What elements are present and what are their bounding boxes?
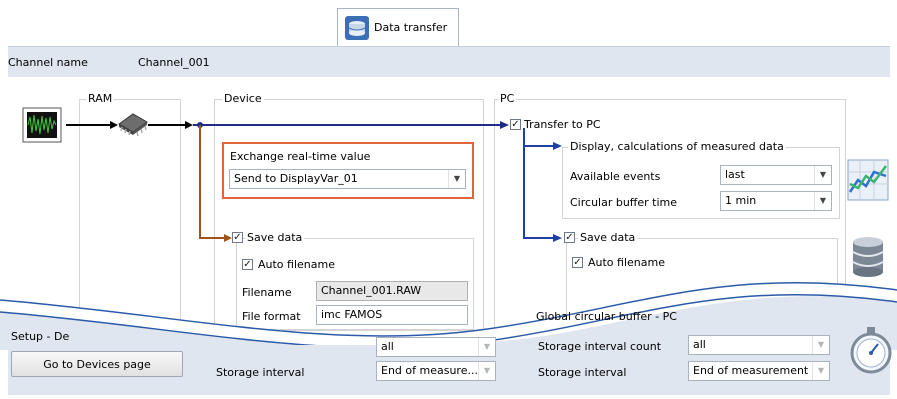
global-buffer-label: Global circular buffer - PC — [536, 310, 677, 323]
pc-storage-count-dropdown[interactable]: all ▼ — [688, 335, 830, 355]
chart-display-icon — [847, 159, 889, 201]
setup-devices-label: Setup - De — [11, 330, 70, 343]
device-auto-filename-checkbox[interactable]: ✓ — [242, 259, 253, 270]
pc-storage-interval-label: Storage interval — [538, 366, 627, 379]
chevron-down-icon: ▼ — [812, 336, 829, 354]
device-storage-count-dropdown[interactable]: all ▼ — [376, 337, 496, 357]
available-events-value: last — [725, 168, 745, 181]
available-events-label: Available events — [570, 170, 661, 183]
device-storage-interval-label: Storage interval — [216, 366, 305, 379]
go-to-devices-button[interactable]: Go to Devices page — [11, 351, 183, 377]
pc-save-data-checkbox[interactable]: ✓ — [564, 232, 575, 243]
pc-auto-filename-label: Auto filename — [588, 256, 665, 269]
chevron-down-icon: ▼ — [478, 362, 495, 380]
chevron-down-icon: ▼ — [448, 170, 465, 188]
device-storage-interval-dropdown[interactable]: End of measure... ▼ — [376, 361, 496, 381]
device-save-data-label: Save data — [245, 231, 305, 244]
device-storage-interval-value: End of measure... — [381, 364, 478, 377]
pc-storage-interval-dropdown[interactable]: End of measurement ▼ — [688, 361, 830, 381]
pc-auto-filename-checkbox[interactable]: ✓ — [572, 257, 583, 268]
device-storage-count-value: all — [381, 340, 394, 353]
pc-storage-interval-value: End of measurement — [693, 364, 809, 377]
exchange-realtime-dropdown[interactable]: Send to DisplayVar_01 ▼ — [229, 169, 466, 189]
pc-storage-count-value: all — [693, 338, 706, 351]
circular-buffer-label: Circular buffer time — [570, 196, 678, 209]
chevron-down-icon: ▼ — [814, 166, 831, 184]
display-calc-label: Display, calculations of measured data — [568, 140, 786, 153]
pc-save-data-label: Save data — [578, 231, 638, 244]
exchange-realtime-value: Send to DisplayVar_01 — [234, 172, 358, 185]
stopwatch-icon — [850, 327, 892, 374]
chevron-down-icon: ▼ — [814, 192, 831, 210]
ram-chip-icon — [118, 113, 148, 137]
chevron-down-icon: ▼ — [478, 338, 495, 356]
available-events-dropdown[interactable]: last ▼ — [720, 165, 832, 185]
transfer-to-pc-checkbox[interactable]: ✓ — [510, 119, 521, 130]
circular-buffer-dropdown[interactable]: 1 min ▼ — [720, 191, 832, 211]
circular-buffer-value: 1 min — [725, 194, 757, 207]
pc-storage-count-label: Storage interval count — [538, 340, 662, 353]
transfer-to-pc-label: Transfer to PC — [524, 118, 601, 131]
exchange-realtime-label: Exchange real-time value — [230, 150, 371, 163]
device-save-data-checkbox[interactable]: ✓ — [232, 232, 243, 243]
signal-source-icon — [22, 107, 62, 143]
chevron-down-icon: ▼ — [812, 362, 829, 380]
exchange-realtime-section: Exchange real-time value Send to Display… — [222, 142, 474, 199]
